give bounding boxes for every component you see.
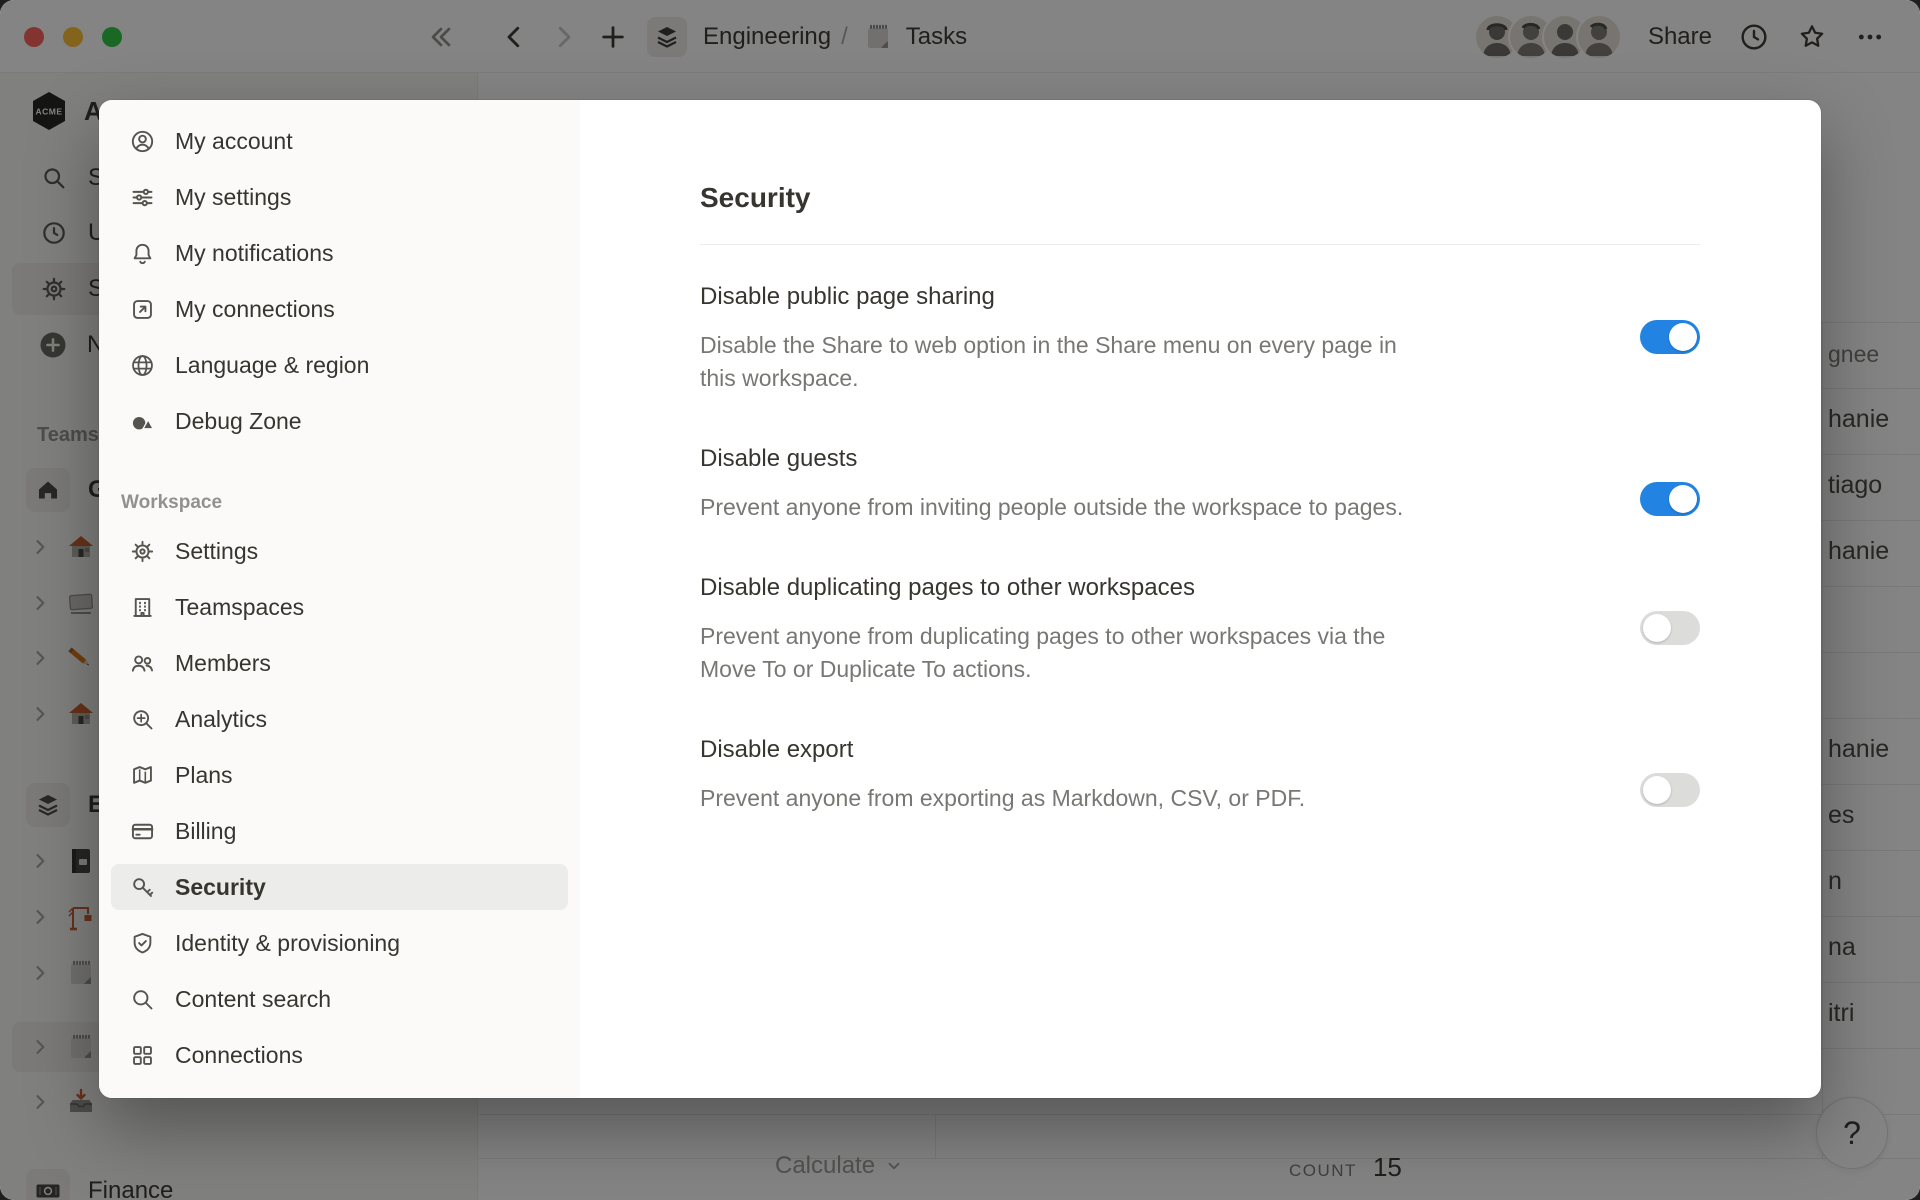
person-circle-icon xyxy=(129,128,156,155)
shapes-icon xyxy=(129,408,156,435)
grid-icon xyxy=(129,1042,156,1069)
settings-nav-my-account[interactable]: My account xyxy=(111,118,568,164)
setting-row: Disable duplicating pages to other works… xyxy=(700,572,1700,686)
settings-nav-plans[interactable]: Plans xyxy=(111,752,568,798)
toggle-disable-export[interactable] xyxy=(1640,773,1700,807)
app-window: Engineering / Tasks Share xyxy=(0,0,1920,1200)
settings-nav-my-notifications[interactable]: My notifications xyxy=(111,230,568,276)
settings-modal-sidebar: My account My settings My notifications … xyxy=(99,100,580,1098)
people-icon xyxy=(129,650,156,677)
page-title: Security xyxy=(700,180,1700,216)
setting-title: Disable public page sharing xyxy=(700,281,1435,313)
screen: Engineering / Tasks Share xyxy=(0,0,1920,1200)
toggle-knob xyxy=(1669,485,1697,513)
setting-title: Disable guests xyxy=(700,443,1403,475)
bell-icon xyxy=(129,240,156,267)
magnifier-icon xyxy=(129,986,156,1013)
toggle-knob xyxy=(1643,776,1671,804)
globe-icon xyxy=(129,352,156,379)
settings-nav-teamspaces[interactable]: Teamspaces xyxy=(111,584,568,630)
settings-nav-settings[interactable]: Settings xyxy=(111,528,568,574)
settings-nav-billing[interactable]: Billing xyxy=(111,808,568,854)
settings-nav-content-search[interactable]: Content search xyxy=(111,976,568,1022)
setting-row: Disable export Prevent anyone from expor… xyxy=(700,734,1700,815)
settings-nav-my-connections[interactable]: My connections xyxy=(111,286,568,332)
map-icon xyxy=(129,762,156,789)
arrow-up-right-square-icon xyxy=(129,296,156,323)
settings-nav-security[interactable]: Security xyxy=(111,864,568,910)
setting-description: Prevent anyone from exporting as Markdow… xyxy=(700,782,1305,815)
setting-description: Disable the Share to web option in the S… xyxy=(700,329,1435,395)
settings-nav-analytics[interactable]: Analytics xyxy=(111,696,568,742)
settings-nav-connections[interactable]: Connections xyxy=(111,1032,568,1078)
credit-card-icon xyxy=(129,818,156,845)
settings-nav-debug-zone[interactable]: Debug Zone xyxy=(111,398,568,444)
settings-nav-language-region[interactable]: Language & region xyxy=(111,342,568,388)
settings-nav-identity-provisioning[interactable]: Identity & provisioning xyxy=(111,920,568,966)
setting-description: Prevent anyone from inviting people outs… xyxy=(700,491,1403,524)
toggle-knob xyxy=(1643,614,1671,642)
setting-row: Disable public page sharing Disable the … xyxy=(700,281,1700,395)
chart-search-icon xyxy=(129,706,156,733)
settings-modal: My account My settings My notifications … xyxy=(99,100,1821,1098)
security-settings-panel: Security Disable public page sharing Dis… xyxy=(580,100,1821,1098)
sliders-icon xyxy=(129,184,156,211)
toggle-disable-guests[interactable] xyxy=(1640,482,1700,516)
setting-title: Disable duplicating pages to other works… xyxy=(700,572,1435,604)
setting-title: Disable export xyxy=(700,734,1305,766)
toggle-disable-public-page-sharing[interactable] xyxy=(1640,320,1700,354)
key-icon xyxy=(129,874,156,901)
shield-check-icon xyxy=(129,930,156,957)
workspace-section-header: Workspace xyxy=(121,492,568,514)
setting-row: Disable guests Prevent anyone from invit… xyxy=(700,443,1700,524)
building-icon xyxy=(129,594,156,621)
divider xyxy=(700,244,1700,245)
gear-icon xyxy=(129,538,156,565)
setting-description: Prevent anyone from duplicating pages to… xyxy=(700,620,1435,686)
toggle-disable-duplicating-pages[interactable] xyxy=(1640,611,1700,645)
settings-nav-members[interactable]: Members xyxy=(111,640,568,686)
toggle-knob xyxy=(1669,323,1697,351)
settings-nav-my-settings[interactable]: My settings xyxy=(111,174,568,220)
